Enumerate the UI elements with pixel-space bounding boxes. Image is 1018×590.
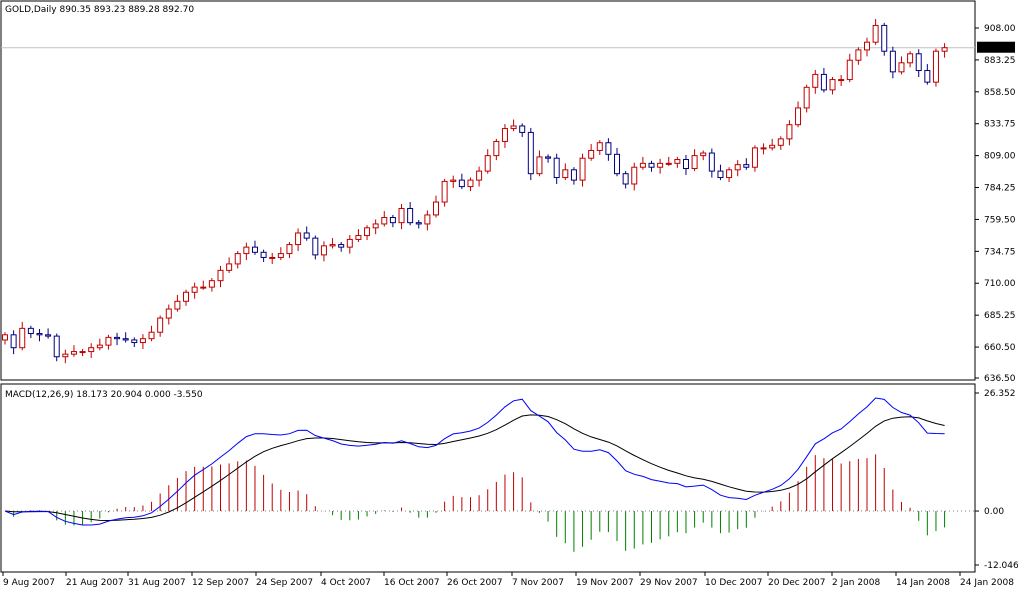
date-tick-label: 26 Oct 2007 [447, 578, 503, 588]
date-tick-label: 29 Nov 2007 [640, 578, 698, 588]
date-tick-label: 9 Aug 2007 [3, 578, 55, 588]
gold-daily-chart[interactable]: 892.70 908.00 883.25 858.50 833.75 809.00 784… [0, 0, 1018, 590]
date-tick-label: 21 Aug 2007 [66, 578, 124, 588]
date-tick-label: 20 Dec 2007 [768, 578, 826, 588]
current-price-label: 892.70 [981, 44, 1013, 54]
price-pane[interactable] [0, 0, 976, 381]
date-axis: 9 Aug 2007 21 Aug 2007 31 Aug 2007 12 Sep 2… [2, 572, 1014, 588]
date-tick-label: 4 Oct 2007 [321, 578, 371, 588]
date-tick-label: 24 Jan 2008 [960, 578, 1014, 588]
candle [932, 48, 939, 87]
candle [803, 84, 810, 113]
price-axis: 908.00 883.25 858.50 833.75 809.00 784.25 759.… [975, 24, 1016, 384]
price-tick-label: 883.25 [984, 56, 1016, 66]
date-tick-label: 24 Sep 2007 [256, 578, 313, 588]
date-tick-label: 2 Jan 2008 [832, 578, 880, 588]
price-tick-label: 809.00 [984, 152, 1016, 162]
date-tick-label: 31 Aug 2007 [128, 578, 186, 588]
date-tick-label: 12 Sep 2007 [192, 578, 249, 588]
price-tick-label: 908.00 [984, 24, 1016, 34]
date-tick-label: 10 Dec 2007 [705, 578, 763, 588]
macd-tick-label: 26.352 [984, 389, 1016, 399]
price-tick-label: 833.75 [984, 120, 1016, 130]
price-tick-label: 858.50 [984, 88, 1016, 98]
date-tick-label: 19 Nov 2007 [576, 578, 634, 588]
price-tick-label: 685.25 [984, 311, 1016, 321]
price-tick-label: 784.25 [984, 184, 1016, 194]
date-tick-label: 14 Jan 2008 [896, 578, 950, 588]
price-tick-label: 734.75 [984, 247, 1016, 257]
macd-tick-label: -12.046 [984, 561, 1018, 571]
price-tick-label: 660.50 [984, 343, 1016, 353]
macd-title: MACD(12,26,9) 18.173 20.904 0.000 -3.550 [5, 390, 203, 400]
date-tick-label: 16 Oct 2007 [384, 578, 440, 588]
price-tick-label: 710.00 [984, 279, 1016, 289]
macd-pane[interactable] [0, 383, 976, 573]
candle [527, 127, 534, 181]
chart-header: GOLD,Daily 890.35 893.23 889.28 892.70 [5, 5, 194, 15]
price-tick-label: 636.50 [984, 374, 1016, 384]
candle [441, 178, 448, 207]
candle [53, 333, 60, 362]
candle [881, 22, 888, 56]
macd-axis: 26.352 0.00 -12.046 [975, 389, 1018, 571]
date-tick-label: 7 Nov 2007 [512, 578, 564, 588]
price-tick-label: 759.50 [984, 215, 1016, 225]
macd-tick-label: 0.00 [984, 507, 1004, 517]
